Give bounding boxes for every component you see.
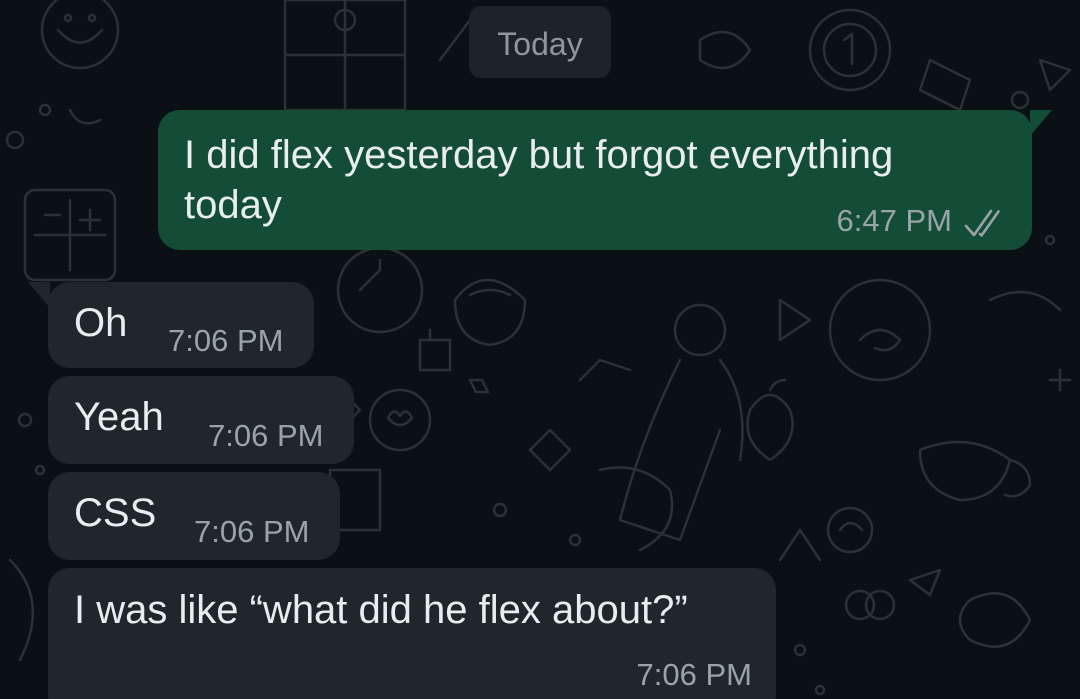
message-timestamp: 7:06 PM xyxy=(168,323,284,358)
message-timestamp: 7:06 PM xyxy=(194,514,310,549)
incoming-message-bubble[interactable]: I was like “what did he flex about?” 7:0… xyxy=(48,568,776,699)
incoming-message-bubble[interactable]: CSS 7:06 PM xyxy=(48,472,340,560)
message-text: CSS xyxy=(74,491,157,535)
message-text: Oh xyxy=(74,301,128,345)
date-separator: Today xyxy=(469,6,611,78)
message-text-line: I did flex yesterday but forgot everythi… xyxy=(184,133,894,177)
message-text: Yeah xyxy=(74,395,164,439)
message-timestamp: 7:06 PM xyxy=(208,418,324,453)
bubble-tail xyxy=(28,282,50,308)
incoming-message-bubble[interactable]: Yeah 7:06 PM xyxy=(48,376,354,464)
outgoing-message-bubble[interactable]: I did flex yesterday but forgot everythi… xyxy=(158,110,1052,250)
message-text: I was like “what did he flex about?” xyxy=(74,588,688,632)
message-timestamp: 7:06 PM xyxy=(636,657,752,692)
bubble-tail xyxy=(1030,110,1052,136)
chat-conversation[interactable]: Today I did flex yesterday but forgot ev… xyxy=(0,0,1080,699)
double-check-icon xyxy=(964,209,1000,237)
message-timestamp: 6:47 PM xyxy=(836,203,952,238)
message-text-line: today xyxy=(184,183,282,227)
incoming-message-bubble[interactable]: Oh 7:06 PM xyxy=(28,282,314,368)
